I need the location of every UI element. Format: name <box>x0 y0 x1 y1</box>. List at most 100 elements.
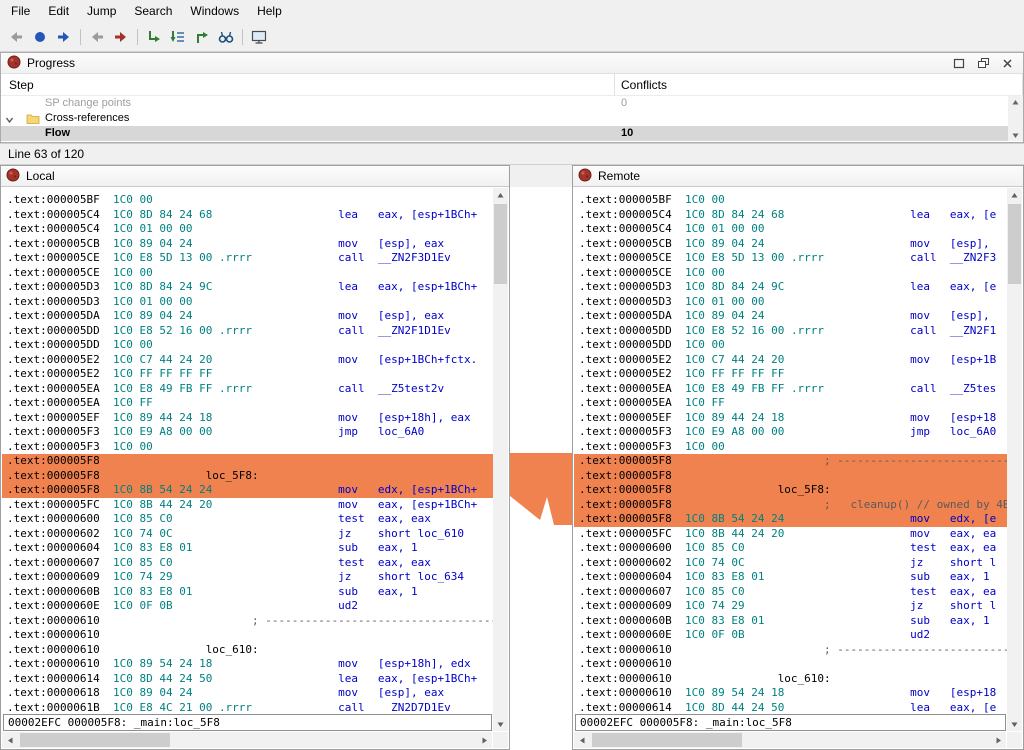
tree-row-cross-references[interactable]: Cross-references <box>1 111 1023 126</box>
scrollbar-thumb[interactable] <box>1008 204 1021 284</box>
asm-line[interactable]: .text:000005D3 1C0 01 00 00 <box>2 295 493 310</box>
local-pane-titlebar[interactable]: Local <box>1 166 509 187</box>
asm-line[interactable]: .text:000005FC 1C0 8B 44 24 20 mov eax, … <box>2 498 493 513</box>
asm-line[interactable]: .text:000005EF 1C0 89 44 24 18 mov [esp+… <box>574 411 1007 426</box>
right-vscrollbar[interactable] <box>1007 188 1022 731</box>
asm-line[interactable]: .text:000005F8 <box>574 469 1007 484</box>
asm-line[interactable]: .text:000005F3 1C0 E9 A8 00 00 jmp loc_6… <box>574 425 1007 440</box>
tree-row-flow[interactable]: Flow 10 <box>1 126 1023 141</box>
column-header-conflicts[interactable]: Conflicts <box>615 74 1023 95</box>
asm-line[interactable]: .text:000005DD 1C0 E8 52 16 00 .rrrr cal… <box>2 324 493 339</box>
asm-line[interactable]: .text:0000060B 1C0 83 E8 01 sub eax, 1 <box>574 614 1007 629</box>
asm-line[interactable]: .text:000005CB 1C0 89 04 24 mov [esp], <box>574 237 1007 252</box>
asm-line[interactable]: .text:00000614 1C0 8D 44 24 50 lea eax, … <box>574 701 1007 714</box>
scroll-up-icon[interactable] <box>1008 96 1023 108</box>
menu-item-windows[interactable]: Windows <box>181 1 248 21</box>
asm-line[interactable]: .text:000005DA 1C0 89 04 24 mov [esp], e… <box>2 309 493 324</box>
asm-line[interactable]: .text:000005D3 1C0 8D 84 24 9C lea eax, … <box>574 280 1007 295</box>
asm-line[interactable]: .text:00000614 1C0 8D 44 24 50 lea eax, … <box>2 672 493 687</box>
asm-line[interactable]: .text:000005F8 <box>2 454 493 469</box>
asm-line[interactable]: .text:00000609 1C0 74 29 jz short loc_63… <box>2 570 493 585</box>
asm-line[interactable]: .text:000005F3 1C0 E9 A8 00 00 jmp loc_6… <box>2 425 493 440</box>
asm-line[interactable]: .text:00000610 <box>2 628 493 643</box>
close-icon[interactable] <box>997 55 1017 72</box>
asm-line[interactable]: .text:00000610 ; -----------------------… <box>2 614 493 629</box>
asm-line[interactable]: .text:000005BF 1C0 00 <box>574 193 1007 208</box>
asm-line[interactable]: .text:000005EA 1C0 FF <box>2 396 493 411</box>
asm-line[interactable]: .text:00000604 1C0 83 E8 01 sub eax, 1 <box>2 541 493 556</box>
binoculars-icon[interactable] <box>214 25 238 49</box>
nav-forward-icon[interactable] <box>52 25 76 49</box>
asm-line[interactable]: .text:00000607 1C0 85 C0 test eax, eax <box>2 556 493 571</box>
asm-line[interactable]: .text:0000061B 1C0 E8 4C 21 00 .rrrr cal… <box>2 701 493 714</box>
asm-line[interactable]: .text:000005F3 1C0 00 <box>574 440 1007 455</box>
progress-titlebar[interactable]: Progress <box>1 53 1023 74</box>
asm-line[interactable]: .text:000005EF 1C0 89 44 24 18 mov [esp+… <box>2 411 493 426</box>
asm-line[interactable]: .text:00000602 1C0 74 0C jz short l <box>574 556 1007 571</box>
left-vscrollbar[interactable] <box>493 188 508 731</box>
asm-line[interactable]: .text:00000600 1C0 85 C0 test eax, ea <box>574 541 1007 556</box>
asm-line[interactable]: .text:000005BF 1C0 00 <box>2 193 493 208</box>
menu-item-search[interactable]: Search <box>125 1 181 21</box>
asm-line[interactable]: .text:0000060E 1C0 0F 0B ud2 <box>574 628 1007 643</box>
float-button[interactable] <box>973 55 993 72</box>
asm-line[interactable]: .text:000005EA 1C0 E8 49 FB FF .rrrr cal… <box>2 382 493 397</box>
scroll-down-icon[interactable] <box>1008 129 1023 141</box>
column-header-step[interactable]: Step <box>1 74 615 95</box>
scrollbar-thumb[interactable] <box>20 733 170 747</box>
asm-line[interactable]: .text:00000600 1C0 85 C0 test eax, eax <box>2 512 493 527</box>
asm-line[interactable]: .text:00000610 ; -----------------------… <box>574 643 1007 658</box>
asm-line[interactable]: .text:00000618 1C0 89 04 24 mov [esp], e… <box>2 686 493 701</box>
maximize-button[interactable] <box>949 55 969 72</box>
asm-line[interactable]: .text:000005D3 1C0 8D 84 24 9C lea eax, … <box>2 280 493 295</box>
left-hscrollbar[interactable] <box>2 732 492 748</box>
jump-up-icon[interactable] <box>190 25 214 49</box>
nav-back-icon[interactable] <box>4 25 28 49</box>
asm-line[interactable]: .text:000005E2 1C0 C7 44 24 20 mov [esp+… <box>574 353 1007 368</box>
asm-line[interactable]: .text:000005C4 1C0 01 00 00 <box>2 222 493 237</box>
asm-line[interactable]: .text:000005DD 1C0 00 <box>2 338 493 353</box>
asm-line[interactable]: .text:000005C4 1C0 8D 84 24 68 lea eax, … <box>2 208 493 223</box>
menu-item-help[interactable]: Help <box>248 1 291 21</box>
asm-line[interactable]: .text:000005DA 1C0 89 04 24 mov [esp], <box>574 309 1007 324</box>
asm-line[interactable]: .text:0000060E 1C0 0F 0B ud2 <box>2 599 493 614</box>
scrollbar-track[interactable] <box>18 732 476 748</box>
asm-line[interactable]: .text:000005CE 1C0 00 <box>574 266 1007 281</box>
asm-line[interactable]: .text:000005F8 loc_5F8: <box>2 469 493 484</box>
scrollbar-thumb[interactable] <box>592 733 742 747</box>
scrollbar-thumb[interactable] <box>494 204 507 284</box>
scroll-up-icon[interactable] <box>1007 188 1022 202</box>
asm-line[interactable]: .text:000005CE 1C0 E8 5D 13 00 .rrrr cal… <box>574 251 1007 266</box>
right-hscrollbar[interactable] <box>574 732 1006 748</box>
scroll-right-icon[interactable] <box>476 732 492 748</box>
asm-line[interactable]: .text:00000610 <box>574 657 1007 672</box>
asm-line[interactable]: .text:000005F8 1C0 8B 54 24 24 mov edx, … <box>2 483 493 498</box>
asm-line[interactable]: .text:000005F3 1C0 00 <box>2 440 493 455</box>
asm-line[interactable]: .text:000005F8 1C0 8B 54 24 24 mov edx, … <box>574 512 1007 527</box>
asm-line[interactable]: .text:000005F8 ; -----------------------… <box>574 454 1007 469</box>
nav-spot-icon[interactable] <box>28 25 52 49</box>
asm-line[interactable]: .text:00000610 loc_610: <box>2 643 493 658</box>
asm-line[interactable]: .text:000005EA 1C0 E8 49 FB FF .rrrr cal… <box>574 382 1007 397</box>
jump-down-icon[interactable] <box>142 25 166 49</box>
asm-line[interactable]: .text:000005CE 1C0 E8 5D 13 00 .rrrr cal… <box>2 251 493 266</box>
scroll-down-icon[interactable] <box>1007 717 1022 731</box>
prev-arrow-icon[interactable] <box>85 25 109 49</box>
asm-line[interactable]: .text:00000610 1C0 89 54 24 18 mov [esp+… <box>574 686 1007 701</box>
asm-line[interactable]: .text:000005FC 1C0 8B 44 24 20 mov eax, … <box>574 527 1007 542</box>
scroll-down-icon[interactable] <box>493 717 508 731</box>
asm-line[interactable]: .text:000005C4 1C0 8D 84 24 68 lea eax, … <box>574 208 1007 223</box>
asm-line[interactable]: .text:000005D3 1C0 01 00 00 <box>574 295 1007 310</box>
tree-vscrollbar[interactable] <box>1008 96 1023 141</box>
asm-line[interactable]: .text:000005E2 1C0 FF FF FF FF <box>2 367 493 382</box>
asm-line[interactable]: .text:000005DD 1C0 E8 52 16 00 .rrrr cal… <box>574 324 1007 339</box>
scroll-left-icon[interactable] <box>574 732 590 748</box>
scroll-left-icon[interactable] <box>2 732 18 748</box>
asm-line[interactable]: .text:00000607 1C0 85 C0 test eax, ea <box>574 585 1007 600</box>
asm-line[interactable]: .text:0000060B 1C0 83 E8 01 sub eax, 1 <box>2 585 493 600</box>
tree-row-sp-change-points[interactable]: SP change points 0 <box>1 96 1023 111</box>
asm-line[interactable]: .text:00000610 1C0 89 54 24 18 mov [esp+… <box>2 657 493 672</box>
asm-line[interactable]: .text:00000609 1C0 74 29 jz short l <box>574 599 1007 614</box>
asm-line[interactable]: .text:00000604 1C0 83 E8 01 sub eax, 1 <box>574 570 1007 585</box>
scrollbar-track[interactable] <box>590 732 990 748</box>
